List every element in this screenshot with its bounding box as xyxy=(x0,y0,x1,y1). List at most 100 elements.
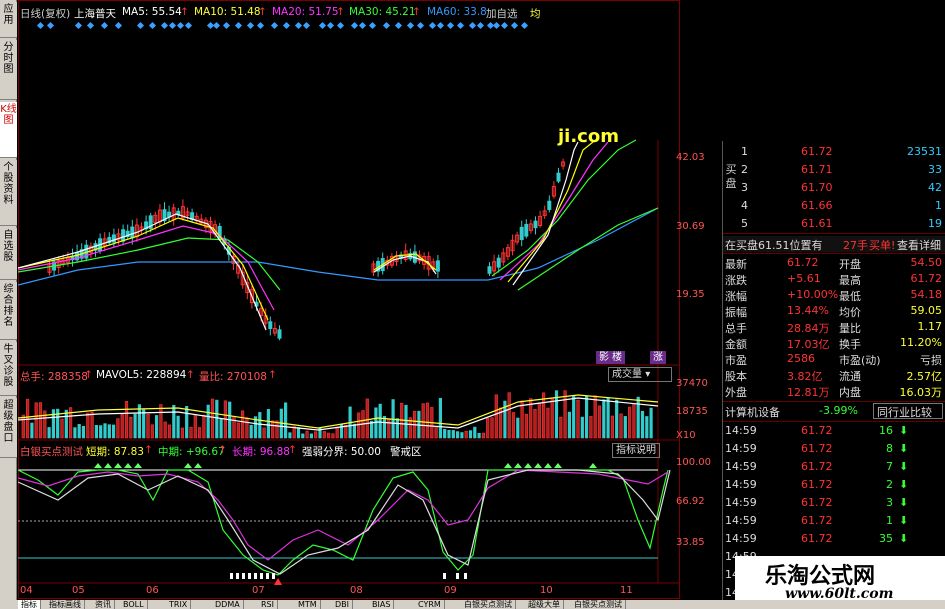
signal-diamond xyxy=(468,21,477,30)
nav-item-3[interactable]: 个股资料 xyxy=(0,160,17,226)
ma30-value: MA30: 45.21 xyxy=(349,6,416,18)
volume-bar xyxy=(473,426,477,439)
nav-item-5[interactable]: 综合排名 xyxy=(0,282,17,340)
ma10-arrow: ↑ xyxy=(258,6,267,18)
bottom-tab[interactable]: 指标 xyxy=(18,600,41,609)
volume-bar xyxy=(584,395,589,439)
stat-value: +10.00% xyxy=(787,288,839,301)
trade-price: 61.72 xyxy=(801,478,833,491)
signal-diamond xyxy=(382,21,391,30)
volume-bar xyxy=(533,409,537,439)
candle xyxy=(533,220,538,229)
date-tick: 11 xyxy=(620,585,633,596)
volume-bar xyxy=(455,431,460,439)
stat-value: 59.05 xyxy=(910,304,943,317)
bid-row[interactable]: 1 61.72 23531 xyxy=(723,144,945,160)
bottom-tab[interactable]: 白银买点测试 xyxy=(461,600,516,609)
trade-volume: 2 xyxy=(886,478,893,491)
chart-mode[interactable]: 日线(复权) xyxy=(20,6,70,21)
nav-item-6[interactable]: 牛叉诊股 xyxy=(0,342,17,396)
stat-row: 总手 28.84万 量比 1.17 xyxy=(723,319,945,335)
indicator-top-marker xyxy=(524,463,532,468)
volume-bar xyxy=(326,432,331,439)
add-watchlist-button[interactable]: 加自选 xyxy=(486,6,518,21)
volume-bar xyxy=(26,398,30,439)
badge-rise[interactable]: 涨 xyxy=(650,351,666,364)
bottom-tab[interactable]: MTM xyxy=(295,600,321,609)
trade-volume: 7 xyxy=(886,460,893,473)
volume-dropdown[interactable]: 成交量 ▾ xyxy=(608,367,672,382)
indicator-bottom-marker xyxy=(236,573,239,579)
nav-item-4[interactable]: 自选股 xyxy=(0,228,17,280)
trade-volume: 35 xyxy=(879,532,893,545)
volume-bar xyxy=(167,424,172,439)
stat-label: 最低 xyxy=(839,290,861,303)
volume-bar xyxy=(206,404,210,439)
price-axis-label: 30.69 xyxy=(676,221,705,232)
stat-value: +5.61 xyxy=(787,272,821,285)
volume-bar xyxy=(331,433,335,439)
candle xyxy=(435,260,440,272)
nav-item-7[interactable]: 超级盘口 xyxy=(0,398,17,458)
indicator-strength: 强弱分界: 50.00 xyxy=(302,446,381,458)
kline-chart[interactable]: 日线(复权) 上海普天 MA5: 55.54 ↑ MA10: 51.48 ↑ M… xyxy=(18,0,711,600)
volume-bar xyxy=(602,399,606,439)
signal-diamond xyxy=(416,21,425,30)
stat-value: 28.84万 xyxy=(787,322,830,335)
trade-row: 14:59 61.72 16 ⬇ xyxy=(723,423,945,439)
indicator-name[interactable]: 白银买点测试 xyxy=(20,444,83,459)
sector-name: 计算机设备 xyxy=(725,406,780,419)
nav-item-1[interactable]: 分时图 xyxy=(0,40,17,100)
sector-compare-button[interactable]: 同行业比较 xyxy=(873,403,943,419)
bottom-tab[interactable]: 指标画线 xyxy=(46,600,85,609)
bottom-tab[interactable]: 超级大单 xyxy=(525,600,564,609)
volume-bar xyxy=(520,400,524,439)
date-tick: 10 xyxy=(540,585,553,596)
volume-bar xyxy=(606,397,610,439)
stat-value: 54.50 xyxy=(910,256,943,269)
bottom-tab[interactable]: CYRM xyxy=(415,600,445,609)
candle xyxy=(268,321,273,329)
indicator-help-button[interactable]: 指标说明 xyxy=(612,443,660,458)
bid-row[interactable]: 2 61.71 33 xyxy=(723,162,945,178)
bottom-tab-bar: 指标 指标画线 资讯 BOLL TRIX DDMA RSI MTM DBI BIAS CYRM 白银买… xyxy=(0,600,945,609)
nav-item-2[interactable]: K线图 xyxy=(0,102,17,158)
volume-bar xyxy=(387,418,391,439)
volume-bar xyxy=(576,399,580,439)
bottom-tab[interactable]: TRIX xyxy=(166,600,192,609)
volume-axis-label: 37470 xyxy=(676,378,708,389)
volume-bar xyxy=(245,417,249,439)
bottom-tab[interactable]: DDMA xyxy=(212,600,244,609)
stock-name: 上海普天 xyxy=(74,8,116,20)
volume-bar xyxy=(275,420,279,439)
chart-border xyxy=(18,0,680,599)
bottom-tab[interactable]: DBI xyxy=(332,600,354,609)
trade-row: 14:59 61.72 3 ⬇ xyxy=(723,495,945,511)
indicator-bottom-marker xyxy=(266,573,269,579)
volume-bar xyxy=(185,405,189,439)
nav-item-0[interactable]: 应用 xyxy=(0,2,17,38)
signal-diamond xyxy=(394,21,403,30)
bid-notice[interactable]: 在买盘61.51位置有 27手 买单! 查看详细 xyxy=(723,236,945,252)
bottom-tab[interactable]: BOLL xyxy=(120,600,148,609)
bid-row[interactable]: 4 61.66 1 xyxy=(723,198,945,214)
candle xyxy=(130,226,135,239)
bid-row[interactable]: 5 61.61 19 xyxy=(723,216,945,232)
bottom-tab[interactable]: 资讯 xyxy=(92,600,115,609)
volume-bar xyxy=(460,432,464,439)
badge-building[interactable]: 楼 xyxy=(609,351,625,364)
indicator-top-marker xyxy=(589,463,597,468)
bid-row[interactable]: 3 61.70 42 xyxy=(723,180,945,196)
volume-bar xyxy=(314,431,318,439)
trade-row: 14:59 61.72 8 ⬇ xyxy=(723,441,945,457)
signal-diamond xyxy=(212,21,221,30)
bottom-tab[interactable]: RSI xyxy=(258,600,278,609)
indicator-arrow: ↑ xyxy=(218,444,227,456)
bottom-tab[interactable]: BIAS xyxy=(369,600,395,609)
signal-diamond xyxy=(436,21,445,30)
volume-bar xyxy=(176,415,180,439)
overlay-watermark-text: ji.com xyxy=(558,126,619,147)
signal-diamond xyxy=(114,21,123,30)
signal-diamond xyxy=(160,21,169,30)
bottom-tab[interactable]: 白银买点测试 xyxy=(571,600,626,609)
